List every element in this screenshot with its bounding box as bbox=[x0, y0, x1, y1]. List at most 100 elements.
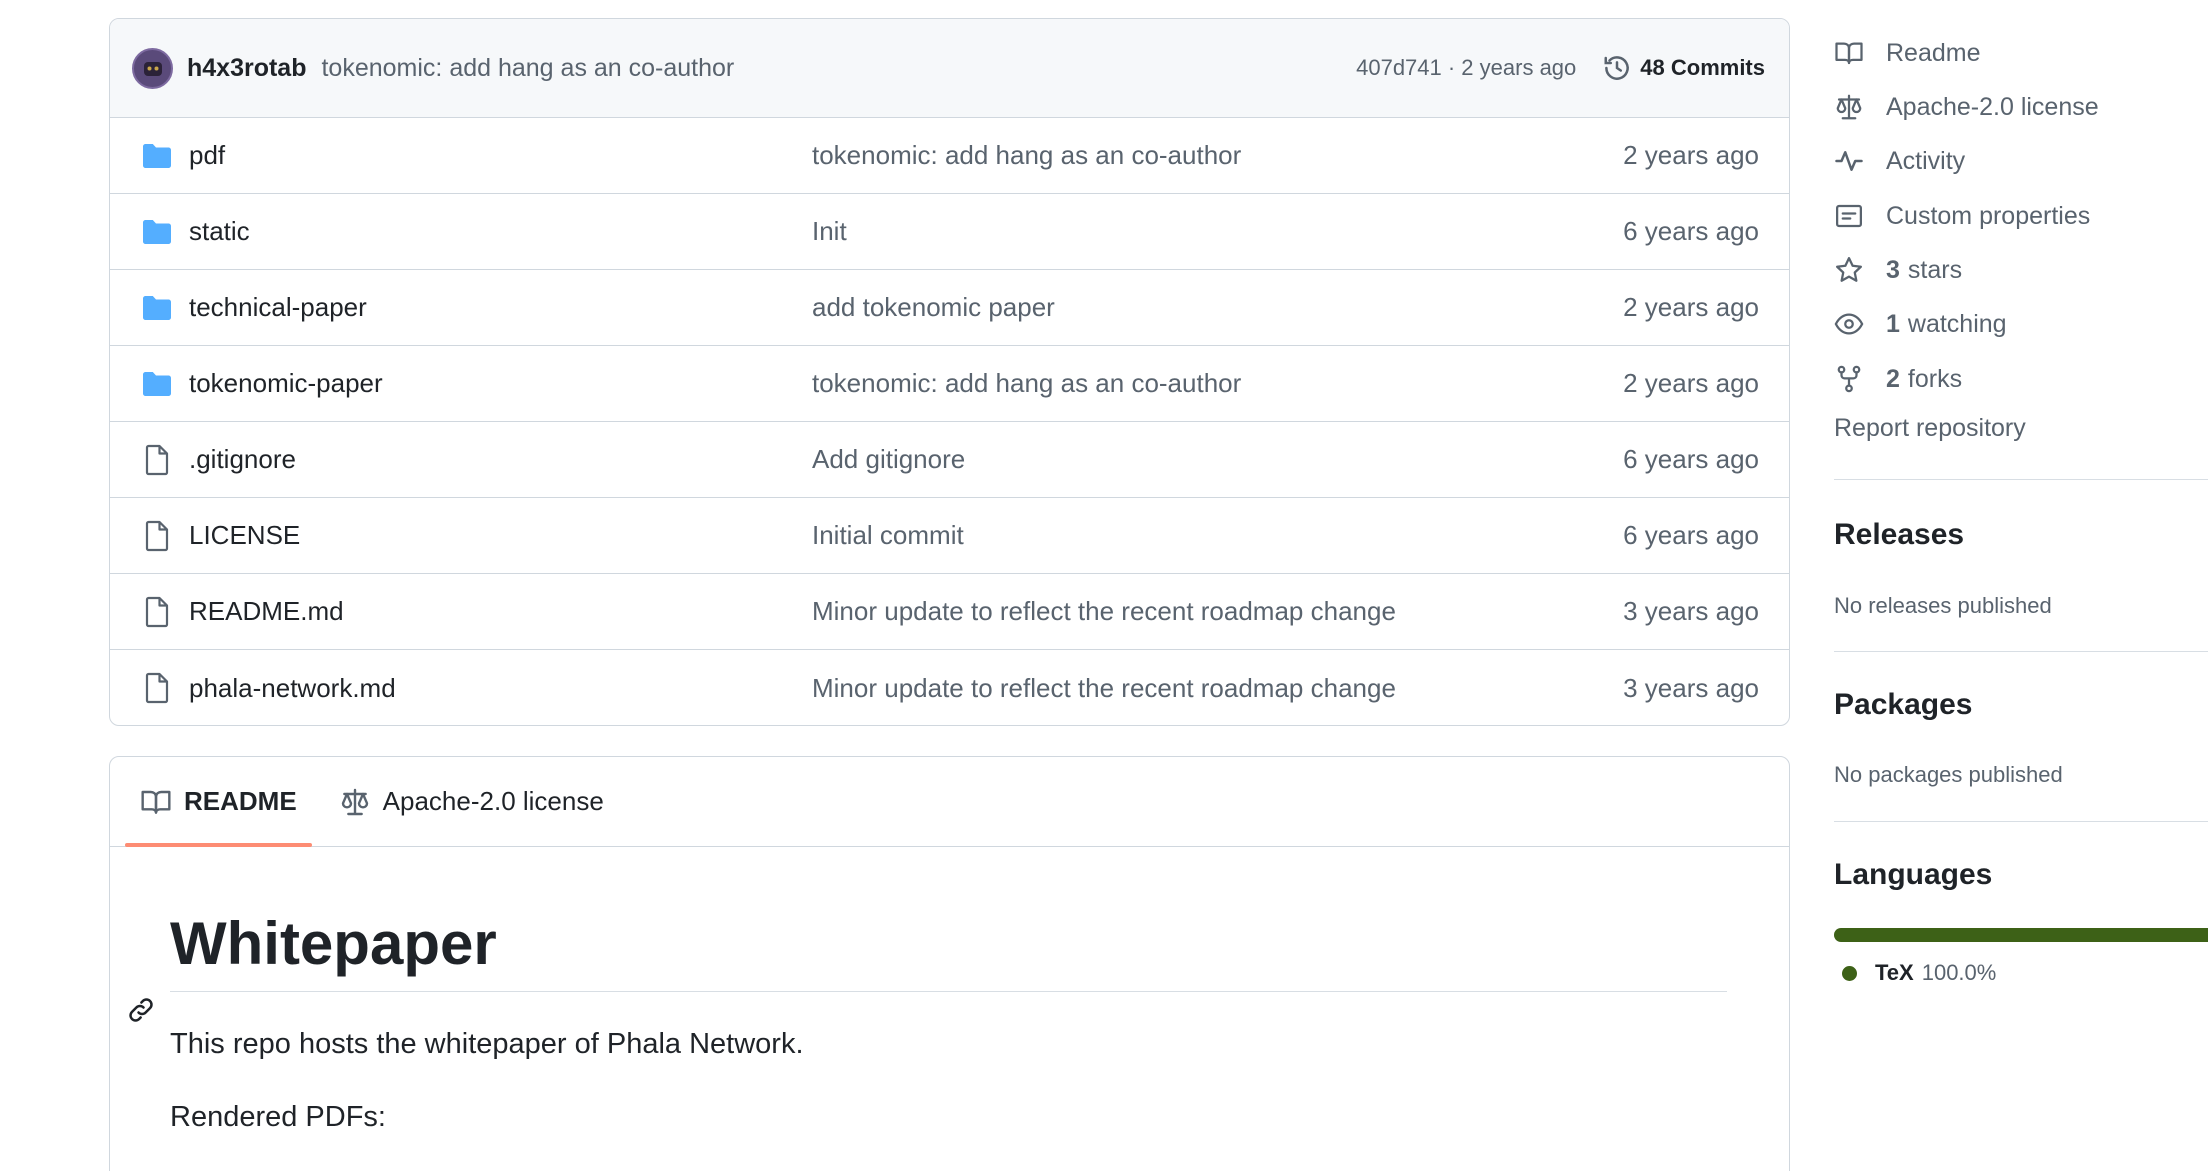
file-commit-age: 6 years ago bbox=[1623, 444, 1759, 474]
language-name: TeX bbox=[1875, 960, 1914, 985]
file-commit-message-link[interactable]: tokenomic: add hang as an co-author bbox=[812, 140, 1241, 171]
link-icon[interactable] bbox=[126, 995, 156, 1025]
file-commit-message-link[interactable]: Init bbox=[812, 216, 847, 247]
sidebar-watching-label: watching bbox=[1907, 309, 2007, 338]
file-commit-age: 6 years ago bbox=[1623, 520, 1759, 550]
file-icon bbox=[140, 519, 174, 553]
file-commit-age: 6 years ago bbox=[1623, 216, 1759, 246]
file-row: pdf tokenomic: add hang as an co-author … bbox=[110, 118, 1789, 194]
history-icon bbox=[1604, 56, 1630, 80]
sidebar-watching-link[interactable]: 1 watching bbox=[1834, 304, 2007, 344]
releases-heading-link[interactable]: Releases bbox=[1834, 518, 1964, 552]
file-commit-age: 3 years ago bbox=[1623, 596, 1759, 626]
file-commit-age: 2 years ago bbox=[1623, 140, 1759, 170]
file-icon bbox=[140, 443, 174, 477]
readme-rendered-text: Rendered PDFs: bbox=[170, 1101, 386, 1133]
sidebar-watching-count: 1 bbox=[1886, 309, 1900, 338]
latest-commit-bar: h4x3rotab tokenomic: add hang as an co-a… bbox=[110, 19, 1789, 118]
law-icon bbox=[1836, 94, 1862, 120]
file-commit-message-link[interactable]: Minor update to reflect the recent roadm… bbox=[812, 673, 1396, 704]
tab-readme-label: README bbox=[184, 786, 297, 816]
avatar-icon bbox=[143, 62, 162, 76]
file-name-link[interactable]: tokenomic-paper bbox=[189, 368, 383, 399]
sidebar-license-link[interactable]: Apache-2.0 license bbox=[1834, 87, 2099, 127]
commit-author-link[interactable]: h4x3rotab bbox=[187, 54, 306, 83]
file-commit-age: 2 years ago bbox=[1623, 292, 1759, 322]
folder-icon bbox=[140, 215, 174, 249]
packages-heading-link[interactable]: Packages bbox=[1834, 688, 1972, 722]
file-name-link[interactable]: phala-network.md bbox=[189, 673, 396, 704]
eye-icon bbox=[1834, 313, 1864, 335]
sidebar-activity-label: Activity bbox=[1886, 146, 1966, 175]
file-row: LICENSE Initial commit 6 years ago bbox=[110, 498, 1789, 574]
language-percent: 100.0% bbox=[1921, 960, 1997, 985]
file-commit-message-link[interactable]: tokenomic: add hang as an co-author bbox=[812, 368, 1241, 399]
law-icon bbox=[341, 788, 368, 815]
file-browser: h4x3rotab tokenomic: add hang as an co-a… bbox=[109, 18, 1790, 726]
file-commit-message-link[interactable]: add tokenomic paper bbox=[812, 292, 1055, 323]
file-commit-message-link[interactable]: Minor update to reflect the recent roadm… bbox=[812, 596, 1396, 627]
sidebar-custom-properties-label: Custom properties bbox=[1886, 201, 2091, 230]
file-commit-age: 2 years ago bbox=[1623, 368, 1759, 398]
sidebar-readme-link[interactable]: Readme bbox=[1834, 33, 1981, 73]
file-row: technical-paper add tokenomic paper 2 ye… bbox=[110, 270, 1789, 346]
file-row: .gitignore Add gitignore 6 years ago bbox=[110, 422, 1789, 498]
file-row: phala-network.md Minor update to reflect… bbox=[110, 650, 1789, 725]
report-repository-link[interactable]: Report repository bbox=[1834, 414, 2026, 443]
folder-icon bbox=[140, 367, 174, 401]
file-commit-message-link[interactable]: Initial commit bbox=[812, 520, 964, 551]
sidebar-license-label: Apache-2.0 license bbox=[1886, 92, 2099, 121]
sidebar-stars-count: 3 bbox=[1886, 255, 1900, 284]
file-commit-message-link[interactable]: Add gitignore bbox=[812, 444, 965, 475]
commits-count-label: 48 Commits bbox=[1640, 55, 1765, 80]
readme-content: Whitepaper This repo hosts the whitepape… bbox=[110, 911, 1789, 1134]
pulse-icon bbox=[1835, 151, 1863, 171]
file-row: tokenomic-paper tokenomic: add hang as a… bbox=[110, 346, 1789, 422]
folder-icon bbox=[140, 139, 174, 173]
readme-panel: README Apache-2.0 license Whitepaper Thi… bbox=[109, 756, 1790, 1171]
readme-tabs: README Apache-2.0 license bbox=[110, 757, 1789, 847]
sidebar-forks-link[interactable]: 2 forks bbox=[1834, 359, 1962, 399]
file-row: static Init 6 years ago bbox=[110, 194, 1789, 270]
tab-license-label: Apache-2.0 license bbox=[382, 786, 604, 816]
file-name-link[interactable]: static bbox=[189, 216, 250, 247]
sidebar-divider bbox=[1834, 479, 2208, 481]
fork-icon bbox=[1837, 365, 1861, 393]
sidebar-stars-label: stars bbox=[1907, 255, 1963, 284]
sidebar-stars-link[interactable]: 3 stars bbox=[1834, 250, 1962, 290]
languages-heading: Languages bbox=[1834, 858, 1993, 891]
commit-message-link[interactable]: tokenomic: add hang as an co-author bbox=[321, 54, 734, 83]
book-icon bbox=[141, 790, 171, 814]
file-icon bbox=[140, 595, 174, 629]
sidebar-readme-label: Readme bbox=[1886, 38, 1981, 67]
commit-hash-and-time[interactable]: 407d741 · 2 years ago bbox=[1356, 55, 1576, 81]
language-color-dot bbox=[1842, 965, 1857, 981]
tab-license[interactable]: Apache-2.0 license bbox=[324, 757, 619, 846]
file-name-link[interactable]: technical-paper bbox=[189, 292, 367, 323]
file-name-link[interactable]: .gitignore bbox=[189, 444, 296, 475]
avatar[interactable] bbox=[132, 47, 173, 89]
file-name-link[interactable]: LICENSE bbox=[189, 520, 300, 551]
note-icon bbox=[1836, 204, 1862, 228]
language-item-tex[interactable]: TeX 100.0% bbox=[1842, 960, 1996, 986]
sidebar-divider bbox=[1834, 651, 2208, 653]
file-name-link[interactable]: pdf bbox=[189, 140, 225, 171]
tab-readme[interactable]: README bbox=[125, 757, 312, 847]
file-commit-age: 3 years ago bbox=[1623, 672, 1759, 703]
releases-empty-text: No releases published bbox=[1834, 593, 2052, 618]
repo-sidebar: Readme Apache-2.0 license Activity Custo… bbox=[1834, 0, 2208, 1171]
file-name-link[interactable]: README.md bbox=[189, 596, 344, 627]
sidebar-custom-properties-link[interactable]: Custom properties bbox=[1834, 196, 2090, 236]
readme-heading: Whitepaper bbox=[170, 911, 1727, 992]
file-icon bbox=[140, 671, 174, 705]
sidebar-forks-label: forks bbox=[1907, 364, 1963, 393]
folder-icon bbox=[140, 291, 174, 325]
sidebar-activity-link[interactable]: Activity bbox=[1834, 141, 1965, 181]
file-row: README.md Minor update to reflect the re… bbox=[110, 574, 1789, 650]
readme-intro-text: This repo hosts the whitepaper of Phala … bbox=[170, 1028, 804, 1060]
sidebar-forks-count: 2 bbox=[1886, 364, 1900, 393]
commits-history-link[interactable]: 48 Commits bbox=[1602, 53, 1765, 83]
language-bar bbox=[1834, 928, 2208, 942]
packages-empty-text: No packages published bbox=[1834, 762, 2063, 787]
sidebar-divider bbox=[1834, 821, 2208, 823]
